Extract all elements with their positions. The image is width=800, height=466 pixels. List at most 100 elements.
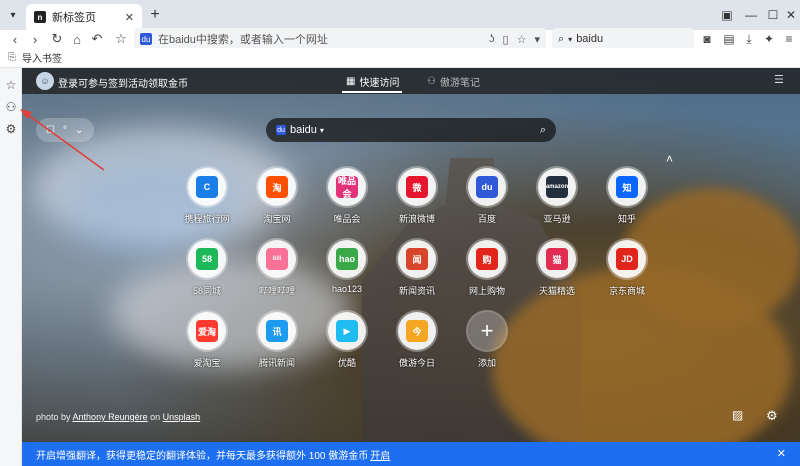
quick-access-tile[interactable]: 购网上购物 [457, 240, 517, 306]
home-icon[interactable]: ⌂ [68, 30, 86, 48]
quick-access-tile[interactable]: 唯品会 唯品会 [317, 168, 377, 234]
bookmark-page-icon[interactable]: ☆ [517, 33, 527, 46]
quick-access-tile[interactable]: JD 京东商城 [597, 240, 657, 306]
banner-text: 开启增强翻译，获得更稳定的翻译体验，并每天最多获得额外 100 傲游金币 [36, 450, 369, 462]
tile-label: 腾讯新闻 [258, 358, 295, 368]
feedback-icon[interactable]: ☰ [774, 73, 784, 86]
favorite-star-icon[interactable]: ☆ [112, 30, 130, 48]
weather-degree: ° [62, 124, 67, 136]
quick-access-tile[interactable]: 猫天猫精选 [527, 240, 587, 306]
search-engine-name[interactable]: baidu [290, 124, 317, 136]
weather-widget[interactable]: ☐ ° ⌄ [36, 118, 94, 142]
credit-site-link[interactable]: Unsplash [163, 412, 201, 422]
site-logo-icon: bili [266, 248, 288, 270]
page-settings-icon[interactable]: ⚙ [766, 408, 778, 424]
grid-icon: ▦ [346, 76, 356, 87]
tab-quick-access[interactable]: ▦ 快速访问 [346, 74, 399, 89]
site-logo-icon: 闻 [406, 248, 428, 270]
site-logo-icon: 今 [406, 320, 428, 342]
tile-icon-circle: du [468, 168, 506, 206]
tile-icon-circle: 知 [608, 168, 646, 206]
screenshot-icon[interactable]: ◙ [698, 30, 716, 48]
tile-label: 京东商城 [608, 286, 645, 296]
site-logo-icon: 猫 [546, 248, 568, 270]
navigation-bar: ‹ › ↻ ⌂ ↶ ☆ du 在baidu中搜索，或者输入一个网址 ʖ ▯ ☆ … [0, 28, 800, 50]
tab-new-tab[interactable]: n 新标签页 ✕ [26, 4, 142, 30]
close-window-icon[interactable]: ✕ [782, 0, 800, 30]
download-icon[interactable]: ⤓ [740, 30, 758, 48]
notes-tab-icon: ⚇ [427, 76, 436, 87]
address-input[interactable]: 在baidu中搜索，或者输入一个网址 [158, 31, 489, 47]
settings-sidebar-icon[interactable]: ⚙ [2, 120, 20, 138]
back-icon[interactable]: ‹ [6, 30, 24, 48]
tile-label: 优酷 [337, 358, 356, 368]
import-bookmarks-icon: ⎘ [8, 52, 16, 63]
engine-dropdown-icon[interactable]: ▾ [320, 126, 324, 135]
maximize-icon[interactable]: ☐ [762, 0, 784, 30]
add-site-tile[interactable]: + 添加 [457, 312, 517, 378]
left-sidebar: ☆ ⚇ ⚙ [0, 68, 22, 466]
search-box[interactable]: ⌕ ▾ baidu [552, 28, 694, 50]
banner-enable-link[interactable]: 开启 [370, 447, 390, 462]
search-input[interactable]: baidu [576, 33, 603, 45]
quick-access-tile[interactable]: hao hao123 [317, 240, 377, 306]
credit-author-link[interactable]: Anthony Reungère [73, 412, 148, 422]
tile-icon-circle: hao [328, 240, 366, 278]
quick-access-tile[interactable]: amazon 亚马逊 [527, 168, 587, 234]
search-icon[interactable]: ⌕ [540, 124, 546, 137]
site-logo-icon: 爱淘 [196, 320, 218, 342]
quick-access-tile[interactable]: 淘淘宝网 [247, 168, 307, 234]
tile-label: 亚马逊 [543, 214, 571, 224]
address-bar[interactable]: du 在baidu中搜索，或者输入一个网址 ʖ ▯ ☆ ▾ [134, 28, 546, 50]
quick-access-tile[interactable]: C 携程旅行网 [177, 168, 237, 234]
collapse-chevron-icon[interactable]: ˄ [666, 152, 673, 166]
address-dropdown-icon[interactable]: ▾ [534, 33, 540, 46]
tile-label: 唯品会 [333, 214, 361, 224]
plus-icon: + [480, 318, 494, 343]
tile-icon-circle: amazon [538, 168, 576, 206]
tile-icon-circle: 购 [468, 240, 506, 278]
wallpaper-icon[interactable]: ▨ [732, 408, 743, 422]
menu-icon[interactable]: ≡ [780, 30, 798, 48]
avatar[interactable]: ☺ [36, 72, 54, 90]
quick-access-tile[interactable]: 今傲游今日 [387, 312, 447, 378]
search-icon: ⌕ [558, 32, 565, 45]
quick-access-tile[interactable]: 58 58同城 [177, 240, 237, 306]
baidu-icon: du [140, 33, 152, 45]
reader-mode-icon[interactable]: ▯ [503, 33, 509, 46]
tab-close-icon[interactable]: ✕ [125, 11, 134, 24]
weather-icon: ☐ [46, 124, 55, 136]
reload-icon[interactable]: ↻ [48, 30, 66, 48]
import-bookmarks-link[interactable]: 导入书签 [22, 50, 62, 65]
page-search-bar[interactable]: du baidu ▾ ⌕ [266, 118, 556, 142]
login-prompt[interactable]: 登录可参与签到活动领取金币 [58, 75, 188, 90]
quick-access-tile[interactable]: 爱淘 爱淘宝 [177, 312, 237, 378]
quick-access-tile[interactable]: 微新浪微博 [387, 168, 447, 234]
tab-label: 快速访问 [359, 78, 400, 89]
title-bar: ▾ n 新标签页 ✕ + ▣ — ☐ ✕ [0, 0, 800, 30]
forward-icon[interactable]: › [26, 30, 44, 48]
favorites-sidebar-icon[interactable]: ☆ [2, 76, 20, 94]
quick-access-tile[interactable]: 闻新闻资讯 [387, 240, 447, 306]
extensions-icon[interactable]: ✦ [760, 30, 778, 48]
tab-list-dropdown-icon[interactable]: ▾ [4, 6, 22, 24]
quick-access-tile[interactable]: ▶ 优酷 [317, 312, 377, 378]
credit-on: on [150, 412, 161, 422]
tile-label: 傲游今日 [398, 358, 435, 368]
quick-access-tile[interactable]: du 百度 [457, 168, 517, 234]
minimize-icon[interactable]: — [740, 0, 762, 30]
site-logo-icon: 微 [406, 176, 428, 198]
quick-access-tile[interactable]: 知知乎 [597, 168, 657, 234]
tab-notes[interactable]: ⚇ 傲游笔记 [427, 74, 480, 89]
new-tab-button[interactable]: + [146, 6, 164, 24]
site-logo-icon: hao [336, 248, 358, 270]
quick-access-tile[interactable]: 讯腾讯新闻 [247, 312, 307, 378]
search-engine-dropdown-icon[interactable]: ▾ [568, 35, 572, 44]
quick-access-tile[interactable]: bili 哔哩哔哩 [247, 240, 307, 306]
undo-close-icon[interactable]: ↶ [88, 30, 106, 48]
tab-overview-icon[interactable]: ▣ [716, 0, 738, 30]
extension-sidebar-icon[interactable]: ⚇ [2, 98, 20, 116]
notes-icon[interactable]: ▤ [720, 30, 738, 48]
banner-close-icon[interactable]: ✕ [777, 447, 786, 460]
translate-icon[interactable]: ʖ [489, 33, 495, 46]
